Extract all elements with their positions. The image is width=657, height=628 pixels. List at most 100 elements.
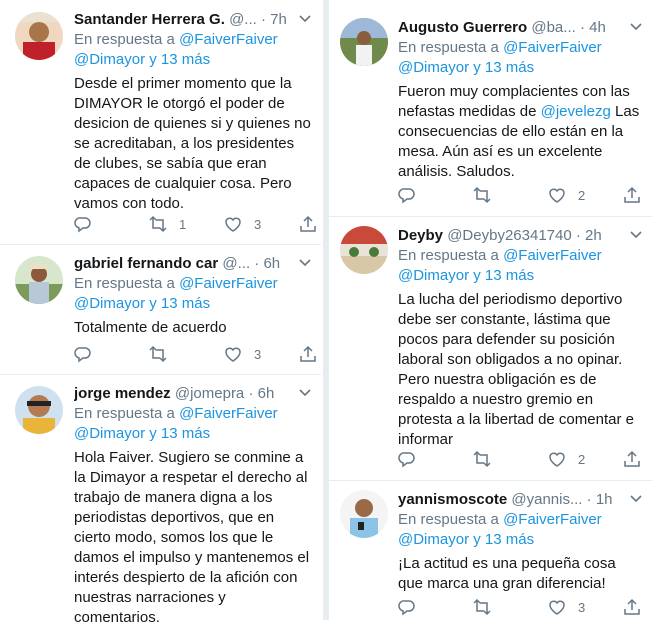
separator-dot: · [586,491,592,508]
tweet-header: gabriel fernando car @... · 6h [74,254,313,274]
reply-link-others[interactable]: @Dimayor y 13 más [398,59,534,76]
share-button[interactable] [299,344,317,364]
caret-down-icon[interactable] [628,226,644,244]
caret-down-icon[interactable] [297,384,313,402]
display-name[interactable]: yannismoscote [398,491,507,508]
tweet-actions: 2 [398,449,644,469]
timestamp[interactable]: 1h [596,491,613,508]
caret-down-icon[interactable] [297,10,313,28]
share-button[interactable] [623,597,641,617]
tweet-actions: 1 3 [74,214,316,234]
avatar[interactable] [15,12,63,60]
reply-link-others[interactable]: @Dimayor y 13 más [74,51,210,68]
share-icon [623,186,641,204]
share-button[interactable] [623,449,641,469]
reply-link-others[interactable]: @Dimayor y 13 más [398,531,534,548]
reply-icon [398,450,416,468]
retweet-button[interactable] [473,597,503,617]
retweet-button[interactable] [473,449,503,469]
display-name[interactable]: Deyby [398,227,443,244]
timestamp[interactable]: 7h [270,11,287,28]
retweet-icon [473,598,491,616]
separator-dot: · [254,255,260,272]
reply-context: En respuesta a @FaiverFaiver @Dimayor y … [74,404,313,444]
reply-link-faiver[interactable]: @FaiverFaiver [503,247,602,264]
display-name[interactable]: Santander Herrera G. [74,11,225,28]
handle[interactable]: @yannis... [511,491,582,508]
timestamp[interactable]: 6h [258,385,275,402]
reply-icon [74,215,92,233]
like-button[interactable]: 3 [224,214,261,234]
like-button[interactable]: 3 [548,597,585,617]
reply-link-faiver[interactable]: @FaiverFaiver [503,511,602,528]
display-name[interactable]: Augusto Guerrero [398,19,527,36]
reply-link-faiver[interactable]: @FaiverFaiver [179,275,278,292]
retweet-button[interactable] [473,185,503,205]
tweet-gabriel[interactable]: gabriel fernando car @... · 6h En respue… [0,244,321,375]
display-name[interactable]: gabriel fernando car [74,255,218,272]
reply-link-others[interactable]: @Dimayor y 13 más [398,267,534,284]
tweet-text: Hola Faiver. Sugiero se conmine a la Dim… [74,449,310,626]
tweet-header: jorge mendez @jomepra · 6h [74,384,313,404]
reply-link-others[interactable]: @Dimayor y 13 más [74,425,210,442]
avatar[interactable] [340,18,388,66]
tweet-santander[interactable]: Santander Herrera G. @... · 7h En respue… [0,0,321,245]
handle[interactable]: @Deyby26341740 [447,227,571,244]
reply-prefix: En respuesta a [74,31,175,48]
reply-icon [398,186,416,204]
like-button[interactable]: 2 [548,449,585,469]
reply-link-others[interactable]: @Dimayor y 13 más [74,295,210,312]
caret-down-icon[interactable] [628,18,644,36]
tweet-jorge[interactable]: jorge mendez @jomepra · 6h En respuesta … [0,374,321,626]
handle[interactable]: @... [222,255,250,272]
reply-context: En respuesta a @FaiverFaiver @Dimayor y … [398,246,644,286]
like-button[interactable]: 2 [548,185,585,205]
share-button[interactable] [299,214,317,234]
handle[interactable]: @jomepra [175,385,244,402]
tweet-augusto[interactable]: Augusto Guerrero @ba... · 4h En respuest… [328,0,652,217]
avatar[interactable] [340,490,388,538]
reply-icon [74,345,92,363]
reply-context: En respuesta a @FaiverFaiver @Dimayor y … [398,38,644,78]
like-icon [224,215,242,233]
share-button[interactable] [623,185,641,205]
like-button[interactable]: 3 [224,344,261,364]
retweet-button[interactable]: 1 [149,214,186,234]
reply-button[interactable] [74,344,92,364]
caret-down-icon[interactable] [297,254,313,272]
timestamp[interactable]: 6h [263,255,280,272]
caret-down-icon[interactable] [628,490,644,508]
reply-icon [398,598,416,616]
tweet-deyby[interactable]: Deyby @Deyby26341740 · 2h En respuesta a… [328,216,652,481]
tweet-yannis[interactable]: yannismoscote @yannis... · 1h En respues… [328,480,652,620]
like-count: 3 [254,346,262,362]
separator-dot: · [260,11,266,28]
reply-button[interactable] [398,597,416,617]
retweet-button[interactable] [149,344,179,364]
reply-link-faiver[interactable]: @FaiverFaiver [503,39,602,56]
avatar[interactable] [15,256,63,304]
avatar[interactable] [15,386,63,434]
reply-link-faiver[interactable]: @FaiverFaiver [179,405,278,422]
reply-button[interactable] [398,449,416,469]
avatar[interactable] [340,226,388,274]
share-icon [623,450,641,468]
reply-button[interactable] [74,214,92,234]
share-icon [623,598,641,616]
handle[interactable]: @... [229,11,257,28]
timestamp[interactable]: 2h [585,227,602,244]
tweet-actions: 3 [74,344,316,364]
reply-link-faiver[interactable]: @FaiverFaiver [179,31,278,48]
reply-button[interactable] [398,185,416,205]
timestamp[interactable]: 4h [589,19,606,36]
mention-link[interactable]: @jevelezg [541,103,611,120]
tweet-header: yannismoscote @yannis... · 1h [398,490,644,510]
like-count: 3 [578,599,586,615]
like-icon [548,598,566,616]
tweet-text: Fueron muy complacientes con las nefasta… [398,82,644,182]
display-name[interactable]: jorge mendez [74,385,171,402]
handle[interactable]: @ba... [531,19,575,36]
reply-prefix: En respuesta a [74,405,175,422]
tweet-text: La lucha del periodismo deportivo debe s… [398,291,634,448]
reply-context: En respuesta a @FaiverFaiver @Dimayor y … [74,30,313,70]
